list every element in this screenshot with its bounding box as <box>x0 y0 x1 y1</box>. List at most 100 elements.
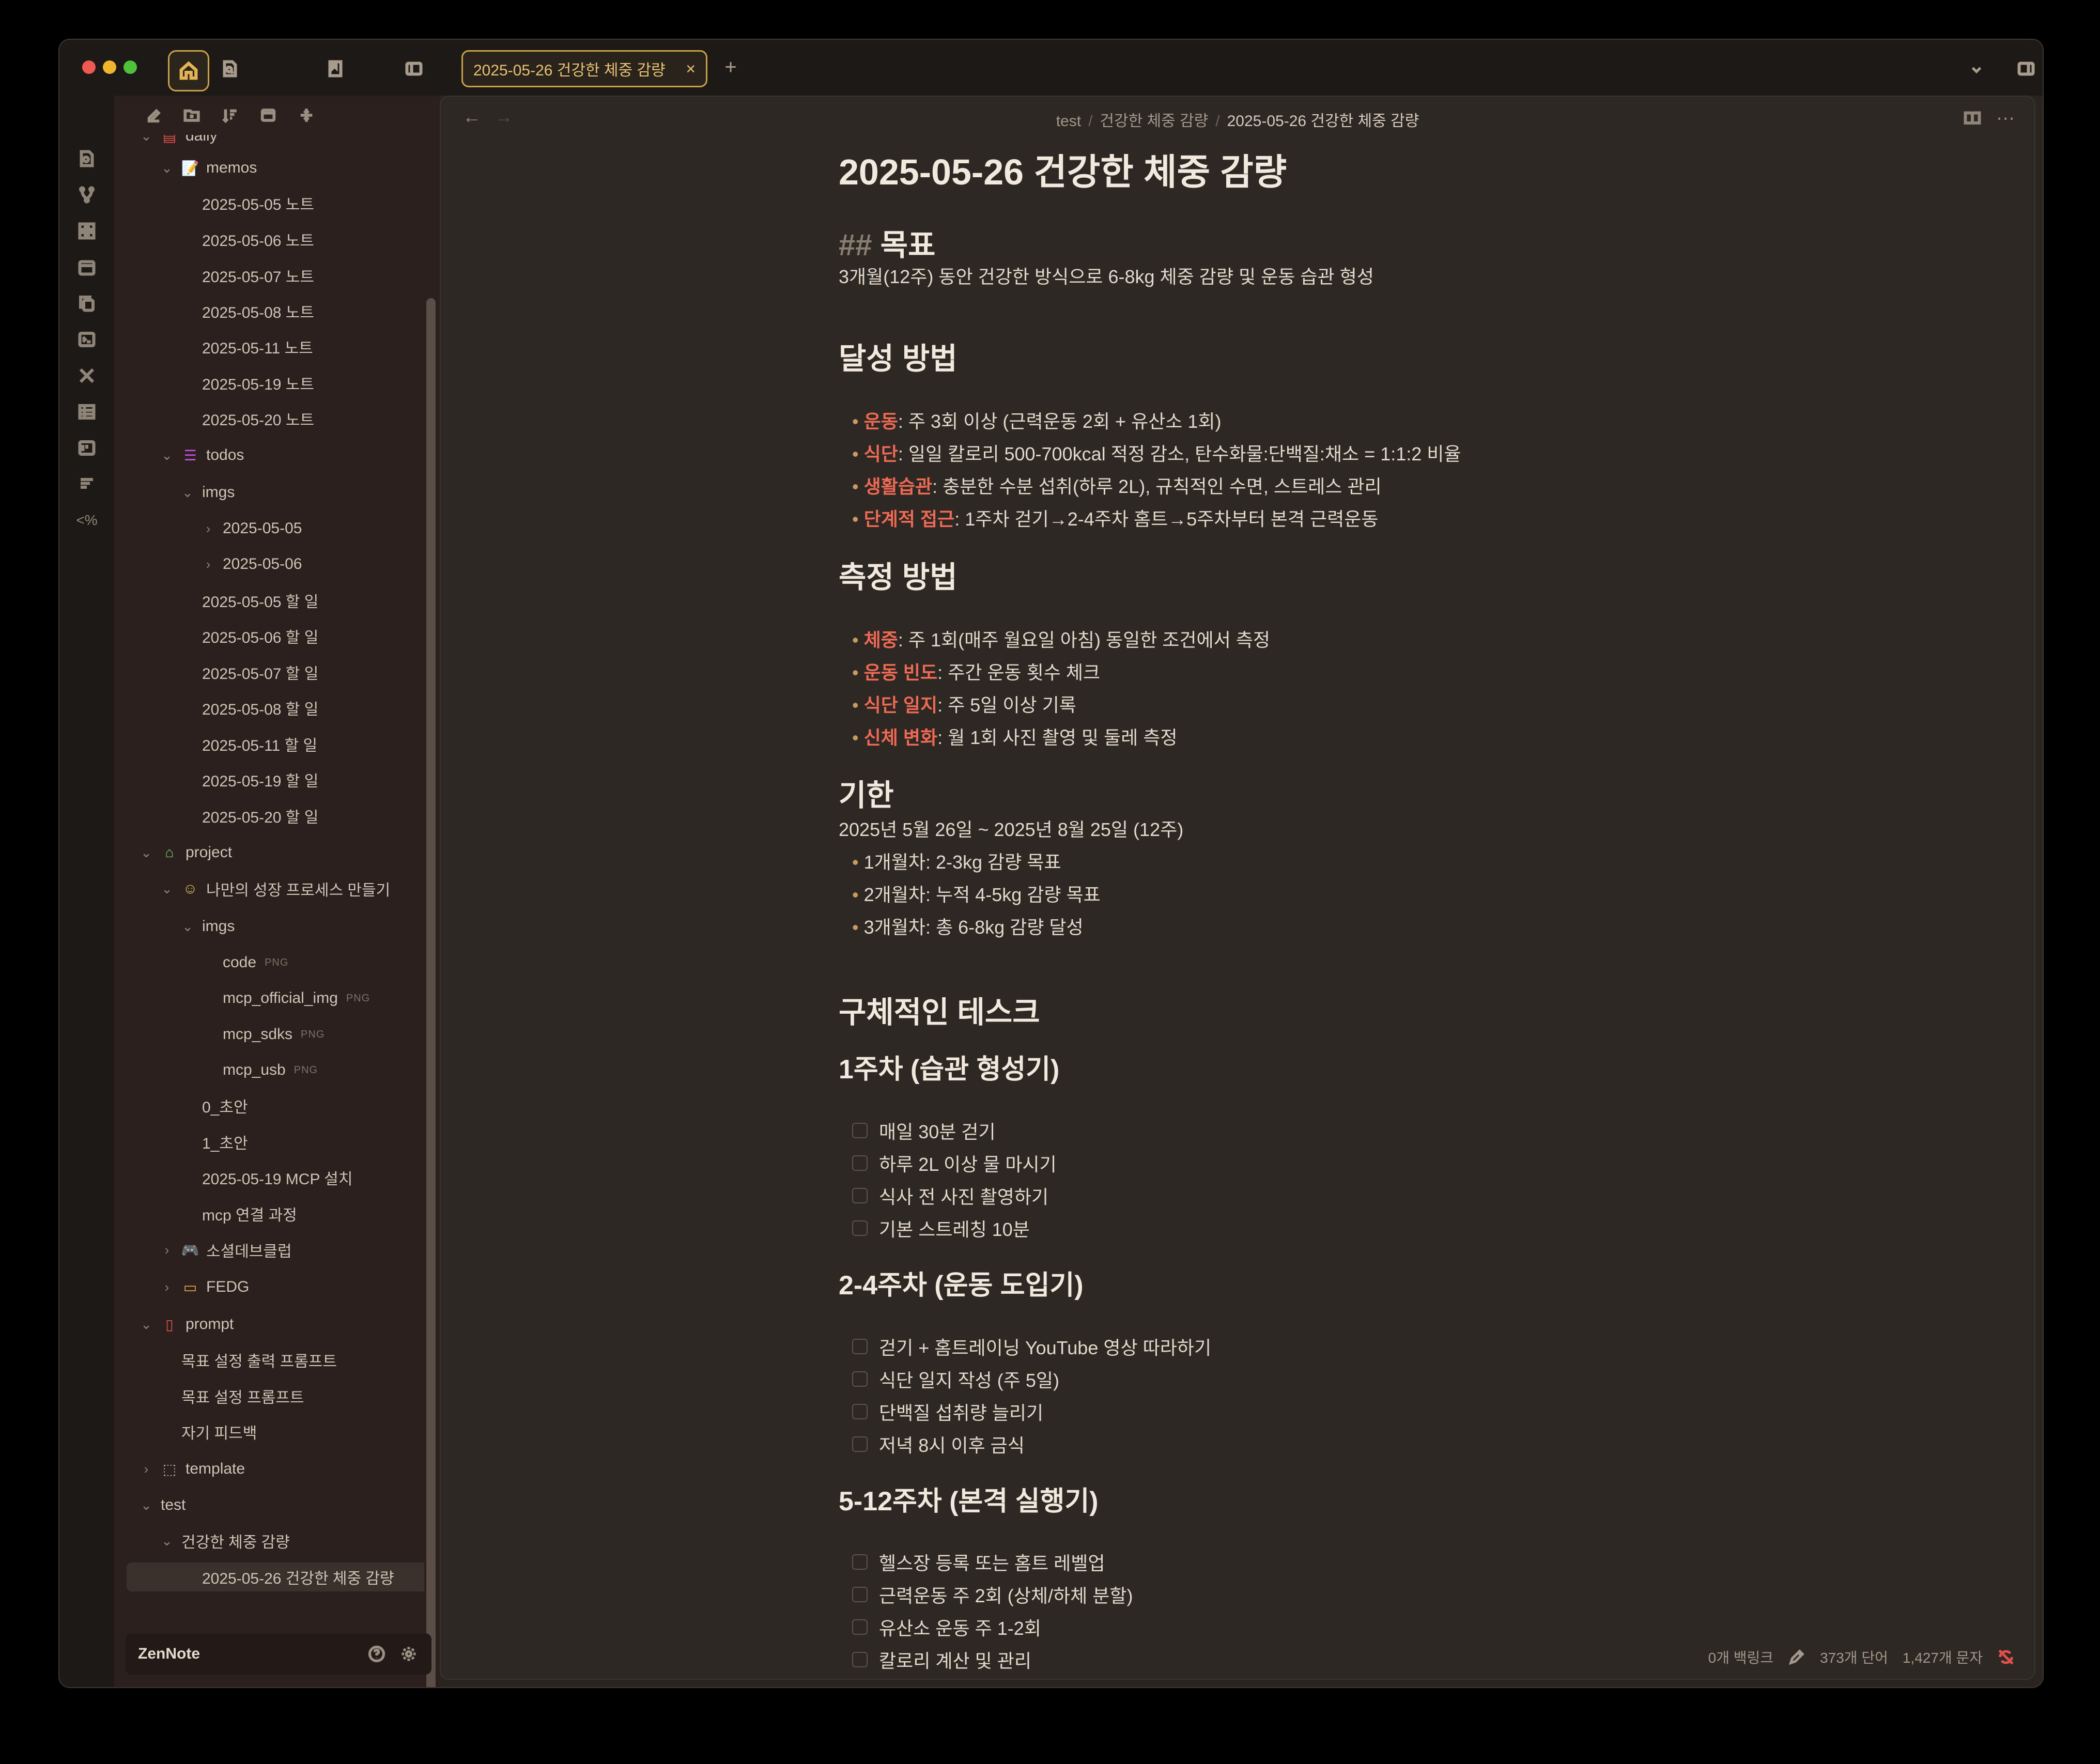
tree-item[interactable]: › 2025-05-06 <box>201 550 302 579</box>
breadcrumb-folder[interactable]: 건강한 체중 감량 <box>1100 113 1208 130</box>
chevron-right-icon[interactable]: › <box>160 1242 174 1258</box>
chevron-down-icon[interactable]: ⌄ <box>139 1497 153 1513</box>
task-checkbox[interactable] <box>852 1587 868 1602</box>
task-checkbox[interactable] <box>852 1220 868 1236</box>
tree-item[interactable]: 2025-05-26 건강한 체중 감량 <box>127 1562 424 1591</box>
tree-item[interactable]: mcp_official_img PNG <box>223 984 370 1013</box>
task-checkbox[interactable] <box>852 1554 868 1570</box>
tree-item[interactable]: 2025-05-06 노트 <box>202 225 314 254</box>
tree-item[interactable]: 자기 피드백 <box>181 1417 257 1446</box>
task-checkbox[interactable] <box>852 1371 868 1387</box>
task-checkbox[interactable] <box>852 1188 868 1203</box>
sync-off-icon[interactable] <box>1997 1648 2015 1666</box>
settings-button[interactable] <box>398 1644 419 1664</box>
new-note-button[interactable] <box>143 105 164 126</box>
tab-close-button[interactable]: × <box>686 59 696 79</box>
tree-item[interactable]: ⌄ ☰ todos <box>160 441 244 470</box>
more-options-button[interactable]: ⋯ <box>1995 107 2016 129</box>
chevron-down-icon[interactable]: ⌄ <box>180 919 195 935</box>
auto-reveal-button[interactable] <box>258 105 279 126</box>
tree-item[interactable]: 2025-05-11 노트 <box>202 332 313 361</box>
tree-item[interactable]: › ▭ FEDG <box>160 1273 250 1302</box>
tree-item[interactable]: 목표 설정 출력 프롬프트 <box>181 1345 337 1374</box>
toggle-sidebar-button[interactable] <box>403 57 425 80</box>
close-window-button[interactable] <box>82 60 96 74</box>
ribbon-templates[interactable] <box>76 293 97 314</box>
collapse-all-button[interactable] <box>296 105 317 126</box>
tree-item[interactable]: › ⬚ template <box>139 1454 245 1483</box>
tree-item[interactable]: 2025-05-08 할 일 <box>202 693 318 722</box>
tree-item[interactable]: ⌄ ▤ daily <box>139 135 218 150</box>
tree-item[interactable]: code PNG <box>223 948 288 977</box>
maximize-window-button[interactable] <box>123 60 137 74</box>
tree-item[interactable]: ⌄ ▯ prompt <box>139 1310 234 1339</box>
ribbon-graph-view[interactable] <box>76 184 97 205</box>
tree-item[interactable]: 2025-05-07 노트 <box>202 261 314 290</box>
ribbon-daily-note[interactable] <box>76 257 97 277</box>
tree-item[interactable]: 2025-05-19 노트 <box>202 368 314 397</box>
breadcrumb-current[interactable]: 2025-05-26 건강한 체중 감량 <box>1227 113 1419 130</box>
home-button[interactable] <box>168 50 209 91</box>
tree-item[interactable]: mcp 연결 과정 <box>202 1199 297 1228</box>
task-checkbox[interactable] <box>852 1155 868 1171</box>
tree-item[interactable]: 2025-05-19 MCP 설치 <box>202 1163 352 1192</box>
tree-item[interactable]: 2025-05-05 할 일 <box>202 586 318 615</box>
backlink-count[interactable]: 0개 백링크 <box>1708 1647 1773 1667</box>
ribbon-table[interactable] <box>76 401 97 422</box>
minimize-window-button[interactable] <box>103 60 116 74</box>
tree-item[interactable]: ⌄ imgs <box>180 912 235 941</box>
tree-item[interactable]: ⌄ ☺ 나만의 성장 프로세스 만들기 <box>160 874 390 903</box>
vault-switcher[interactable]: ZenNote <box>126 1633 431 1675</box>
tree-item[interactable]: 2025-05-07 할 일 <box>202 658 318 687</box>
tree-item[interactable]: ⌄ test <box>139 1491 186 1520</box>
ribbon-outline[interactable] <box>76 474 97 494</box>
chevron-down-icon[interactable]: ⌄ <box>160 160 174 176</box>
tree-item[interactable]: › 2025-05-05 <box>201 514 302 543</box>
chevron-down-icon[interactable]: ⌄ <box>139 845 153 861</box>
tree-item[interactable]: 2025-05-06 할 일 <box>202 622 318 651</box>
tab-active-note[interactable]: 2025-05-26 건강한 체중 감량 × <box>461 50 707 87</box>
ribbon-tools[interactable] <box>76 365 97 386</box>
task-checkbox[interactable] <box>852 1339 868 1354</box>
task-checkbox[interactable] <box>852 1652 868 1667</box>
task-checkbox[interactable] <box>852 1404 868 1419</box>
tree-item[interactable]: ⌄ ⌂ project <box>139 838 232 867</box>
chevron-right-icon[interactable]: › <box>201 521 215 537</box>
tree-item[interactable]: ⌄ 📝 memos <box>160 153 257 182</box>
tree-item[interactable]: › 🎮 소셜데브클럽 <box>160 1235 292 1264</box>
tree-item[interactable]: 목표 설정 프롬프트 <box>181 1382 304 1411</box>
tree-item[interactable]: ⌄ imgs <box>180 478 235 507</box>
ribbon-kanban[interactable] <box>76 438 97 458</box>
bookmark-button[interactable] <box>324 57 347 80</box>
breadcrumb-root[interactable]: test <box>1056 113 1081 130</box>
chevron-down-icon[interactable]: ⌄ <box>160 881 174 897</box>
ribbon-command-palette[interactable] <box>76 329 97 350</box>
tree-item[interactable]: 2025-05-05 노트 <box>202 189 314 218</box>
tree-item[interactable]: mcp_usb PNG <box>223 1056 318 1085</box>
task-checkbox[interactable] <box>852 1436 868 1452</box>
chevron-down-icon[interactable]: ⌄ <box>160 1533 174 1549</box>
sidebar-scrollbar[interactable] <box>426 298 436 1687</box>
help-button[interactable] <box>366 1644 387 1664</box>
tab-list-button[interactable] <box>1965 58 1988 81</box>
reading-view-button[interactable] <box>1962 108 1983 129</box>
new-tab-button[interactable]: + <box>718 54 744 80</box>
tree-item[interactable]: 0_초안 <box>202 1091 248 1120</box>
chevron-right-icon[interactable]: › <box>160 1279 174 1295</box>
ribbon-quick-search[interactable] <box>76 148 97 169</box>
pencil-icon[interactable] <box>1788 1648 1805 1666</box>
ribbon-templater[interactable]: <% <box>76 510 97 531</box>
tree-item[interactable]: 2025-05-19 할 일 <box>202 765 318 794</box>
tree-item[interactable]: 2025-05-08 노트 <box>202 297 314 326</box>
tree-item[interactable]: ⌄ 건강한 체중 감량 <box>160 1526 290 1555</box>
search-file-button[interactable] <box>219 57 241 80</box>
tree-item[interactable]: 2025-05-20 노트 <box>202 404 314 433</box>
tree-item[interactable]: 1_초안 <box>202 1127 248 1156</box>
chevron-down-icon[interactable]: ⌄ <box>180 485 195 501</box>
chevron-down-icon[interactable]: ⌄ <box>139 1317 153 1333</box>
chevron-down-icon[interactable]: ⌄ <box>160 447 174 463</box>
tree-item[interactable]: 2025-05-20 할 일 <box>202 801 318 830</box>
chevron-right-icon[interactable]: › <box>139 1461 153 1477</box>
toggle-right-sidebar-button[interactable] <box>2015 57 2037 80</box>
tree-item[interactable]: mcp_sdks PNG <box>223 1020 325 1049</box>
